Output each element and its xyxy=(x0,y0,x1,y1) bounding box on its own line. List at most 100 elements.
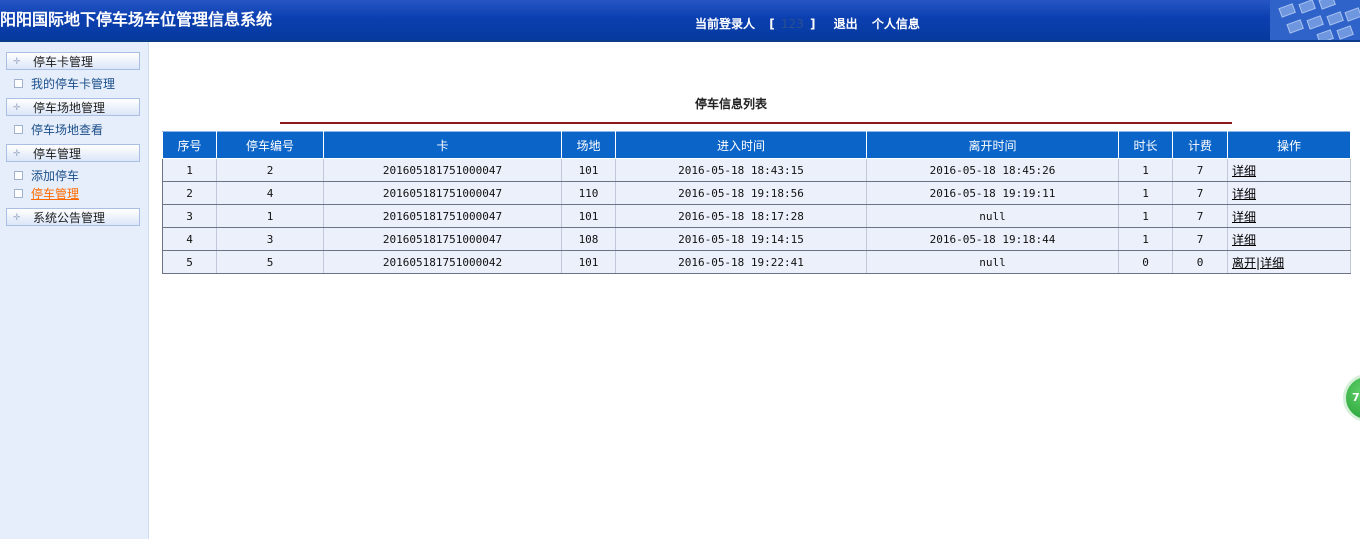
column-header-card: 卡 xyxy=(323,131,562,159)
table-row: 5 5 201605181751000042 101 2016-05-18 19:22:… xyxy=(162,250,1351,274)
detail-link[interactable]: 详细 xyxy=(1232,164,1256,178)
keyboard-decoration-icon xyxy=(1270,0,1360,40)
sidebar-item-my-card-management[interactable]: 我的停车卡管理 xyxy=(14,76,115,92)
cell-fee: 7 xyxy=(1172,204,1228,228)
current-user-label: 当前登录人 xyxy=(695,17,756,31)
expand-icon: ✛ xyxy=(13,149,21,159)
cell-actions: 详细 xyxy=(1227,204,1351,228)
cell-lot: 108 xyxy=(561,227,616,251)
column-header-parking-no: 停车编号 xyxy=(216,131,324,159)
column-header-leave-time: 离开时间 xyxy=(866,131,1119,159)
expand-icon: ✛ xyxy=(13,103,21,113)
cell-actions: 详细 xyxy=(1227,158,1351,182)
bullet-icon xyxy=(14,171,23,180)
cell-fee: 7 xyxy=(1172,181,1228,205)
cell-lot: 110 xyxy=(561,181,616,205)
app-title: 阳阳国际地下停车场车位管理信息系统 xyxy=(0,10,273,29)
sidebar-item-label: 我的停车卡管理 xyxy=(31,77,116,91)
top-header: 阳阳国际地下停车场车位管理信息系统 当前登录人 [ 123 ] 退出 个人信息 xyxy=(0,0,1360,42)
cell-seq: 5 xyxy=(162,250,217,274)
username-bracket-close: ] xyxy=(809,17,816,31)
cell-parking-no: 2 xyxy=(216,158,324,182)
cell-card: 201605181751000047 xyxy=(323,204,562,228)
sidebar-group-parking-management[interactable]: ✛ 停车管理 xyxy=(6,144,140,162)
table-header-row: 序号 停车编号 卡 场地 进入时间 离开时间 时长 计费 操作 xyxy=(162,131,1351,159)
sidebar-group-label: 系统公告管理 xyxy=(33,211,106,225)
column-header-fee: 计费 xyxy=(1172,131,1228,159)
cell-duration: 1 xyxy=(1118,227,1173,251)
cell-duration: 0 xyxy=(1118,250,1173,274)
username: 123 xyxy=(780,17,804,31)
table-row: 3 1 201605181751000047 101 2016-05-18 18:17:… xyxy=(162,204,1351,228)
username-bracket-open: [ xyxy=(769,17,775,31)
detail-link[interactable]: 详细 xyxy=(1232,233,1256,247)
cell-actions: 详细 xyxy=(1227,181,1351,205)
cell-lot: 101 xyxy=(561,204,616,228)
table-row: 4 3 201605181751000047 108 2016-05-18 19:14:… xyxy=(162,227,1351,251)
cell-lot: 101 xyxy=(561,250,616,274)
cell-parking-no: 3 xyxy=(216,227,324,251)
cell-card: 201605181751000047 xyxy=(323,181,562,205)
cell-seq: 1 xyxy=(162,158,217,182)
sidebar-item-add-parking[interactable]: 添加停车 xyxy=(14,168,79,184)
sidebar: ✛ 停车卡管理 我的停车卡管理 ✛ 停车场地管理 停车场地查看 ✛ 停车管理 添… xyxy=(0,42,149,539)
table-body: 1 2 201605181751000047 101 2016-05-18 18:43:… xyxy=(162,158,1351,274)
sidebar-item-label: 停车场地查看 xyxy=(31,123,104,137)
floating-badge[interactable]: 70 xyxy=(1343,374,1360,422)
bullet-icon xyxy=(14,189,23,198)
cell-actions: 详细 xyxy=(1227,227,1351,251)
cell-seq: 3 xyxy=(162,204,217,228)
sidebar-group-card-management[interactable]: ✛ 停车卡管理 xyxy=(6,52,140,70)
table-row: 2 4 201605181751000047 110 2016-05-18 19:18:… xyxy=(162,181,1351,205)
detail-link[interactable]: 详细 xyxy=(1260,256,1284,270)
cell-card: 201605181751000047 xyxy=(323,158,562,182)
cell-actions: 离开|详细 xyxy=(1227,250,1351,274)
parking-info-table: 序号 停车编号 卡 场地 进入时间 离开时间 时长 计费 操作 1 2 201605… xyxy=(162,131,1351,274)
expand-icon: ✛ xyxy=(13,213,21,223)
leave-link[interactable]: 离开 xyxy=(1232,256,1256,270)
bullet-icon xyxy=(14,79,23,88)
logout-link[interactable]: 退出 xyxy=(834,15,858,32)
cell-fee: 0 xyxy=(1172,250,1228,274)
cell-seq: 2 xyxy=(162,181,217,205)
column-header-enter-time: 进入时间 xyxy=(615,131,867,159)
cell-enter-time: 2016-05-18 18:43:15 xyxy=(615,158,867,182)
sidebar-group-label: 停车管理 xyxy=(33,147,82,161)
column-header-lot: 场地 xyxy=(561,131,616,159)
cell-parking-no: 4 xyxy=(216,181,324,205)
cell-parking-no: 1 xyxy=(216,204,324,228)
cell-leave-time: 2016-05-18 18:45:26 xyxy=(866,158,1119,182)
sidebar-group-lot-management[interactable]: ✛ 停车场地管理 xyxy=(6,98,140,116)
cell-fee: 7 xyxy=(1172,227,1228,251)
column-header-duration: 时长 xyxy=(1118,131,1173,159)
title-divider xyxy=(280,122,1232,124)
sidebar-item-parking-management[interactable]: 停车管理 xyxy=(14,186,79,202)
cell-parking-no: 5 xyxy=(216,250,324,274)
cell-enter-time: 2016-05-18 19:18:56 xyxy=(615,181,867,205)
sidebar-item-lot-view[interactable]: 停车场地查看 xyxy=(14,122,103,138)
cell-duration: 1 xyxy=(1118,158,1173,182)
user-bar: 当前登录人 [ 123 ] 退出 个人信息 xyxy=(695,15,920,32)
bullet-icon xyxy=(14,125,23,134)
cell-leave-time: null xyxy=(866,204,1119,228)
cell-leave-time: 2016-05-18 19:19:11 xyxy=(866,181,1119,205)
sidebar-group-announcement-management[interactable]: ✛ 系统公告管理 xyxy=(6,208,140,226)
cell-card: 201605181751000042 xyxy=(323,250,562,274)
table-row: 1 2 201605181751000047 101 2016-05-18 18:43:… xyxy=(162,158,1351,182)
cell-fee: 7 xyxy=(1172,158,1228,182)
sidebar-item-label: 添加停车 xyxy=(31,169,80,183)
sidebar-item-label: 停车管理 xyxy=(31,187,80,201)
profile-link[interactable]: 个人信息 xyxy=(872,15,920,32)
detail-link[interactable]: 详细 xyxy=(1232,187,1256,201)
expand-icon: ✛ xyxy=(13,57,21,67)
cell-duration: 1 xyxy=(1118,181,1173,205)
page-title: 停车信息列表 xyxy=(695,97,768,111)
cell-enter-time: 2016-05-18 19:22:41 xyxy=(615,250,867,274)
cell-seq: 4 xyxy=(162,227,217,251)
cell-leave-time: 2016-05-18 19:18:44 xyxy=(866,227,1119,251)
cell-enter-time: 2016-05-18 19:14:15 xyxy=(615,227,867,251)
cell-leave-time: null xyxy=(866,250,1119,274)
detail-link[interactable]: 详细 xyxy=(1232,210,1256,224)
sidebar-group-label: 停车场地管理 xyxy=(33,101,106,115)
cell-card: 201605181751000047 xyxy=(323,227,562,251)
